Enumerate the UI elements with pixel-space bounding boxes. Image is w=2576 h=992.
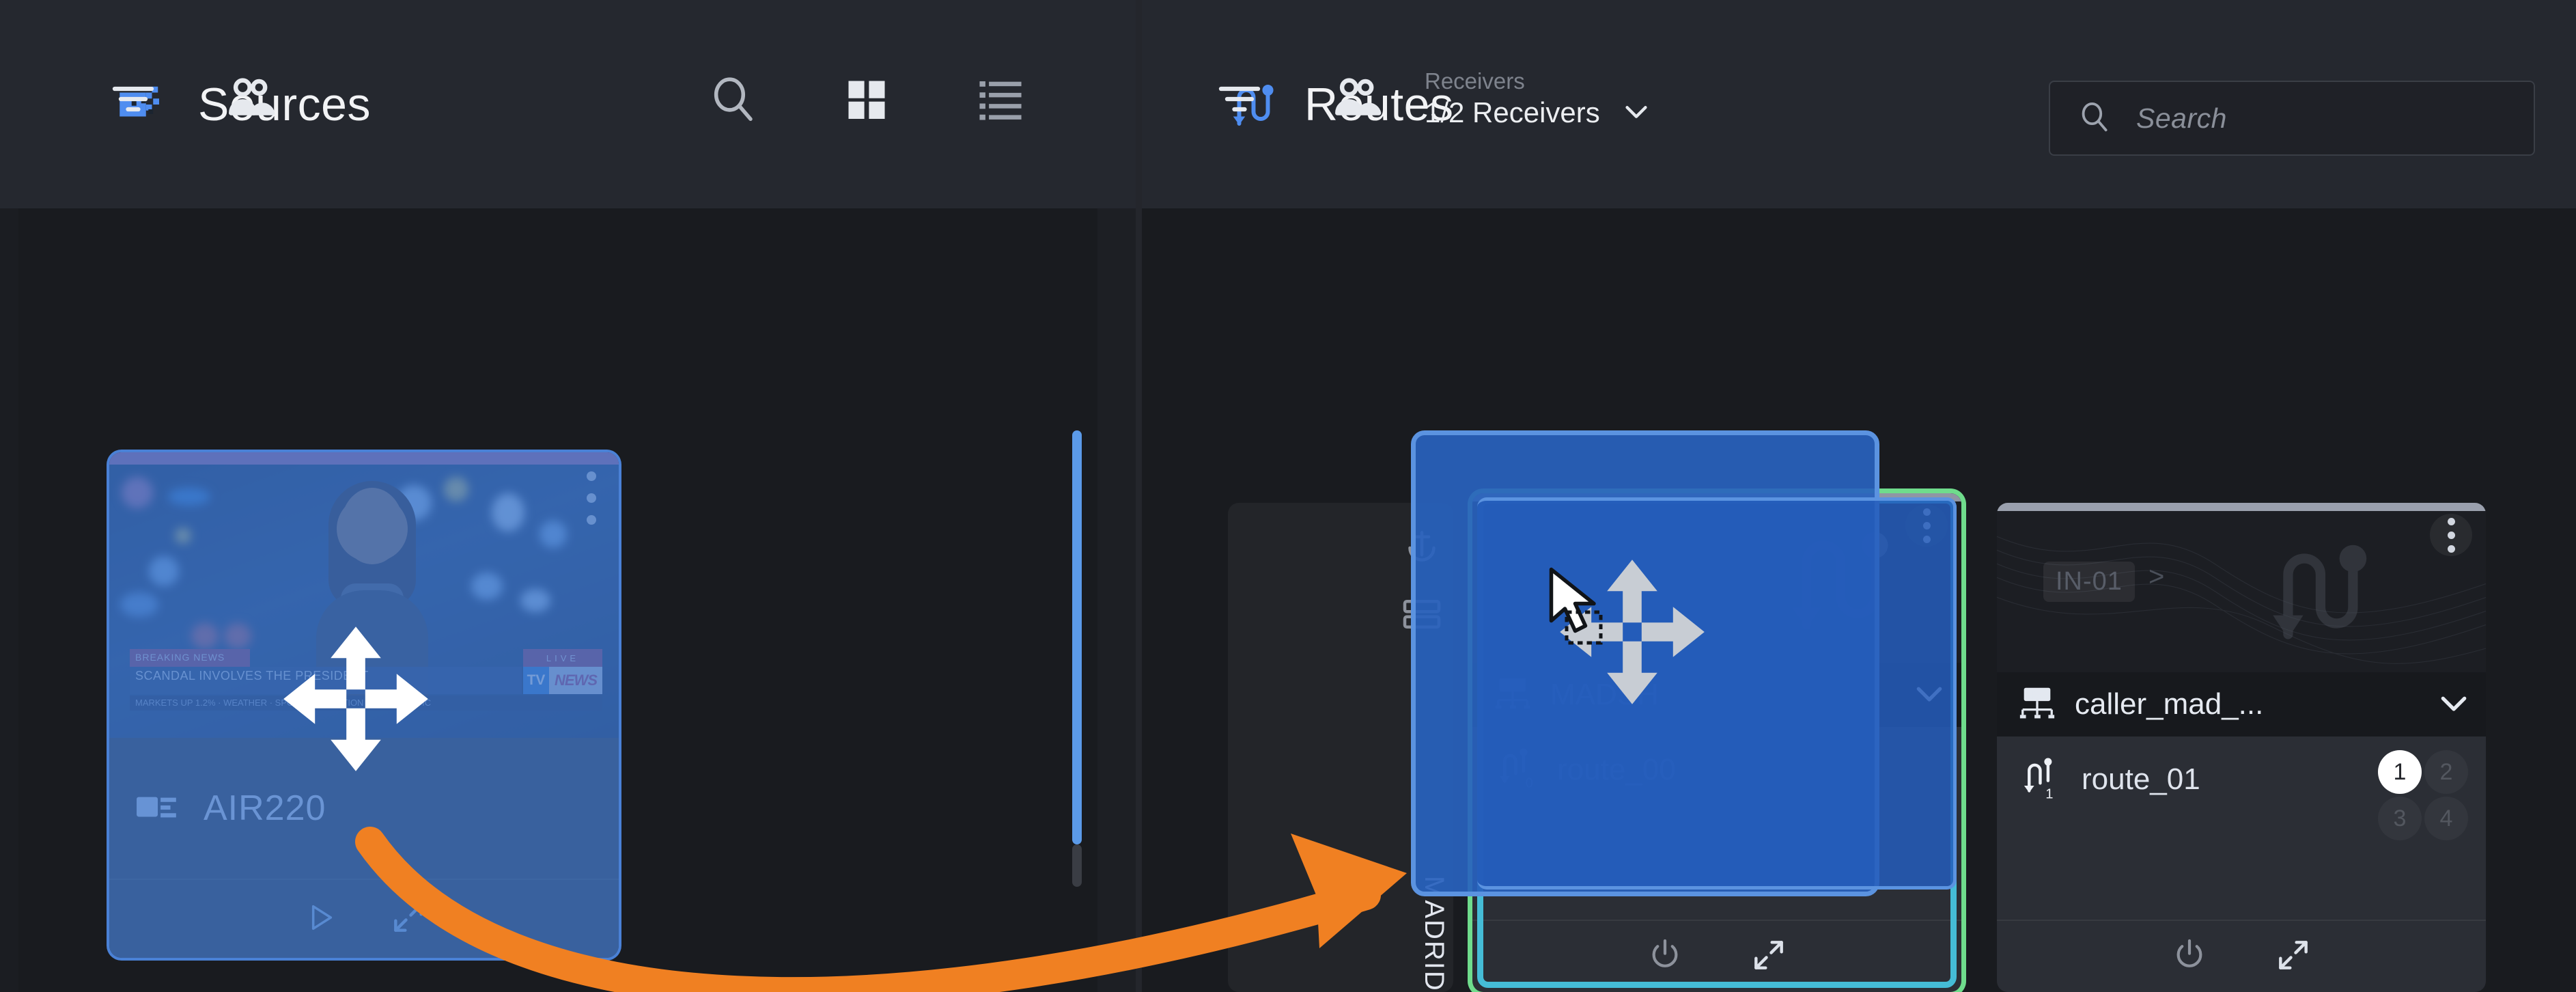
ip-network-icon: IP [2017, 685, 2057, 724]
route-00-name: MADSH [1550, 678, 1659, 711]
route-01-name: caller_mad_... [2075, 687, 2264, 721]
search-icon [2076, 98, 2113, 139]
route-card-route-01[interactable]: IN-01 > IP caller_mad_... 1 route_01 1 2… [1997, 503, 2486, 992]
news-channel-logo: LIVE TV NEWS [523, 649, 602, 694]
behind-card-label: MADRID [1419, 876, 1449, 992]
news-headline: SCANDAL INVOLVES THE PRESIDENT [130, 667, 522, 694]
slot-button-3[interactable]: 3 [2378, 797, 2422, 840]
source-name: AIR220 [204, 788, 326, 828]
play-icon[interactable] [300, 898, 339, 940]
route-01-badge-separator: > [2148, 562, 2165, 592]
group-button[interactable] [206, 55, 295, 143]
route-00-top-bar [1472, 493, 1961, 501]
receivers-label: Receivers [1425, 68, 1525, 94]
routes-group-button[interactable] [1313, 55, 1401, 143]
route-00-name-row: IP MADSH [1472, 663, 1961, 727]
svg-text:IP: IP [2033, 690, 2042, 700]
slot-button-1[interactable]: 1 [2378, 750, 2422, 794]
power-icon[interactable] [2170, 936, 2209, 978]
route-out-icon: 0 [1493, 745, 1537, 796]
svg-text:0: 0 [1526, 775, 1533, 790]
slot-button-2[interactable]: 2 [2424, 750, 2468, 794]
slot-button-4[interactable]: 4 [2424, 797, 2468, 840]
sources-scrollbar-thumb[interactable] [1072, 430, 1082, 844]
route-01-input-badge: IN-01 [2043, 562, 2135, 602]
behind-card-icons [1401, 527, 1442, 634]
grid-view-button[interactable] [822, 55, 911, 143]
source-card-footer [109, 879, 619, 958]
search-icon-button[interactable] [688, 55, 777, 143]
route-00-route-row: 0 route_00 [1472, 727, 1961, 813]
route-00-label: route_00 [1557, 753, 1676, 786]
kebab-menu-icon[interactable] [1905, 504, 1948, 547]
filter-button[interactable] [89, 55, 178, 143]
kebab-menu-icon[interactable] [583, 471, 600, 525]
chevron-down-icon[interactable] [1911, 675, 1948, 715]
app-root: Sources Routes Receivers 1/2 Receivers S… [0, 0, 2576, 992]
list-view-button[interactable] [956, 55, 1045, 143]
route-card-route-00[interactable]: IP MADSH 0 route_00 [1472, 493, 1961, 992]
routes-search-box[interactable]: Search [2049, 81, 2535, 156]
sources-gutter [1097, 208, 1136, 992]
receivers-dropdown[interactable]: Receivers 1/2 Receivers [1425, 67, 1652, 131]
chevron-down-icon[interactable] [2435, 685, 2472, 725]
source-thumbnail: BREAKING NEWS SCANDAL INVOLVES THE PRESI… [109, 452, 619, 738]
source-input-icon [135, 789, 180, 828]
route-00-thumbnail [1472, 493, 1961, 663]
expand-icon[interactable] [2274, 936, 2312, 978]
ip-network-icon: IP [1493, 676, 1532, 715]
route-out-icon: 1 [2017, 754, 2061, 805]
panel-divider [1136, 0, 1142, 992]
live-badge: LIVE [523, 649, 602, 667]
source-card-air220[interactable]: BREAKING NEWS SCANDAL INVOLVES THE PRESI… [109, 452, 619, 958]
power-icon[interactable] [1646, 936, 1684, 978]
sources-scrollbar-rest [1072, 844, 1082, 887]
stack-icon[interactable] [1401, 598, 1442, 634]
routes-filter-button[interactable] [1195, 55, 1284, 143]
svg-text:1: 1 [2045, 786, 2053, 801]
breaking-news-tag: BREAKING NEWS [130, 649, 250, 667]
anchor-icon[interactable] [1401, 527, 1442, 572]
news-lower-third: BREAKING NEWS SCANDAL INVOLVES THE PRESI… [130, 649, 602, 712]
receivers-value: 1/2 Receivers [1425, 96, 1600, 129]
route-01-thumbnail: IN-01 > [1997, 503, 2486, 672]
route-01-route-row: 1 route_01 1 2 3 4 [1997, 736, 2486, 840]
logo-news-text: NEWS [555, 672, 598, 689]
route-01-slot-grid: 1 2 3 4 [2378, 750, 2468, 840]
route-01-name-row: IP caller_mad_... [1997, 672, 2486, 736]
sources-toolbar [89, 41, 1045, 157]
svg-text:IP: IP [1509, 680, 1517, 691]
source-meta-row: AIR220 [109, 738, 619, 879]
chevron-down-icon [1621, 96, 1652, 130]
expand-icon[interactable] [389, 898, 428, 940]
kebab-menu-icon[interactable] [2430, 514, 2472, 556]
route-card-behind[interactable]: MADRID [1228, 503, 1453, 992]
thumbnail-top-bar [109, 452, 619, 465]
logo-tv-text: TV [527, 672, 546, 688]
route-00-footer [1472, 920, 1961, 992]
expand-icon[interactable] [1750, 936, 1788, 978]
route-01-footer [1997, 920, 2486, 992]
route-01-label: route_01 [2082, 762, 2200, 796]
search-input[interactable]: Search [2136, 102, 2227, 135]
news-ticker: MARKETS UP 1.2% · WEATHER · SPORTS · ELE… [130, 695, 602, 711]
